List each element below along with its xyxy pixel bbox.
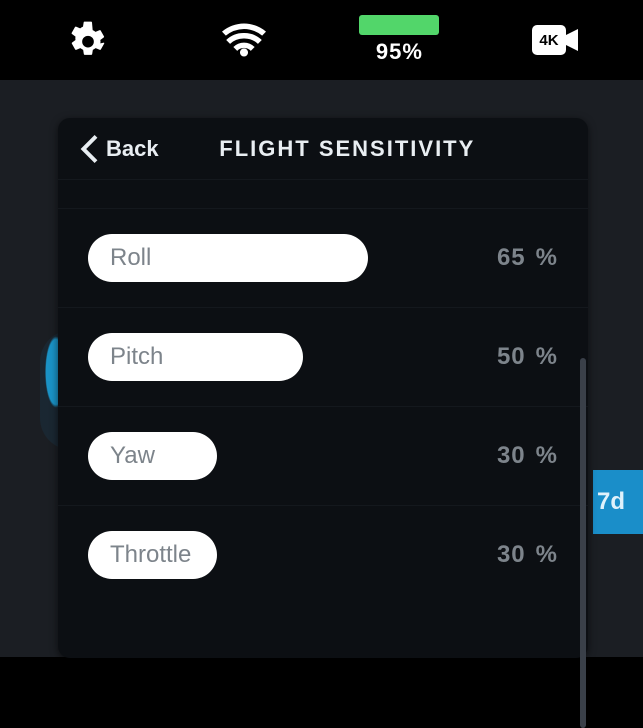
scrollbar-thumb[interactable] xyxy=(580,358,586,728)
pitch-slider[interactable]: Pitch xyxy=(88,333,448,381)
chevron-left-icon xyxy=(80,135,98,163)
status-bar: 95% 4K xyxy=(0,0,643,80)
slider-label: Throttle xyxy=(110,541,191,569)
slider-label: Roll xyxy=(110,244,151,272)
slider-label: Pitch xyxy=(110,343,163,371)
panel-title: FLIGHT SENSITIVITY xyxy=(129,136,566,162)
pitch-value: 50% xyxy=(468,343,558,371)
yaw-slider[interactable]: Yaw xyxy=(88,432,448,480)
throttle-slider[interactable]: Throttle xyxy=(88,531,448,579)
slider-label: Yaw xyxy=(110,442,155,470)
battery-icon xyxy=(359,15,439,35)
slider-row-yaw: Yaw 30% xyxy=(58,407,588,505)
settings-icon[interactable] xyxy=(10,20,166,60)
slider-row-roll: Roll 65% xyxy=(58,209,588,307)
flight-sensitivity-panel: Back FLIGHT SENSITIVITY Roll 65% Pitch xyxy=(58,118,588,658)
wifi-icon[interactable] xyxy=(166,22,322,58)
battery-percentage: 95% xyxy=(376,39,423,65)
slider-row-throttle: Throttle 30% xyxy=(58,506,588,604)
battery-indicator: 95% xyxy=(322,15,478,65)
roll-slider[interactable]: Roll xyxy=(88,234,448,282)
time-badge: 7d xyxy=(593,470,643,534)
roll-value: 65% xyxy=(468,244,558,272)
slider-row-pitch: Pitch 50% xyxy=(58,308,588,406)
slider-list: Roll 65% Pitch 50% Yaw xyxy=(58,180,588,604)
camera-4k-icon[interactable]: 4K xyxy=(477,25,633,55)
throttle-value: 30% xyxy=(468,541,558,569)
svg-text:4K: 4K xyxy=(540,32,559,49)
yaw-value: 30% xyxy=(468,442,558,470)
